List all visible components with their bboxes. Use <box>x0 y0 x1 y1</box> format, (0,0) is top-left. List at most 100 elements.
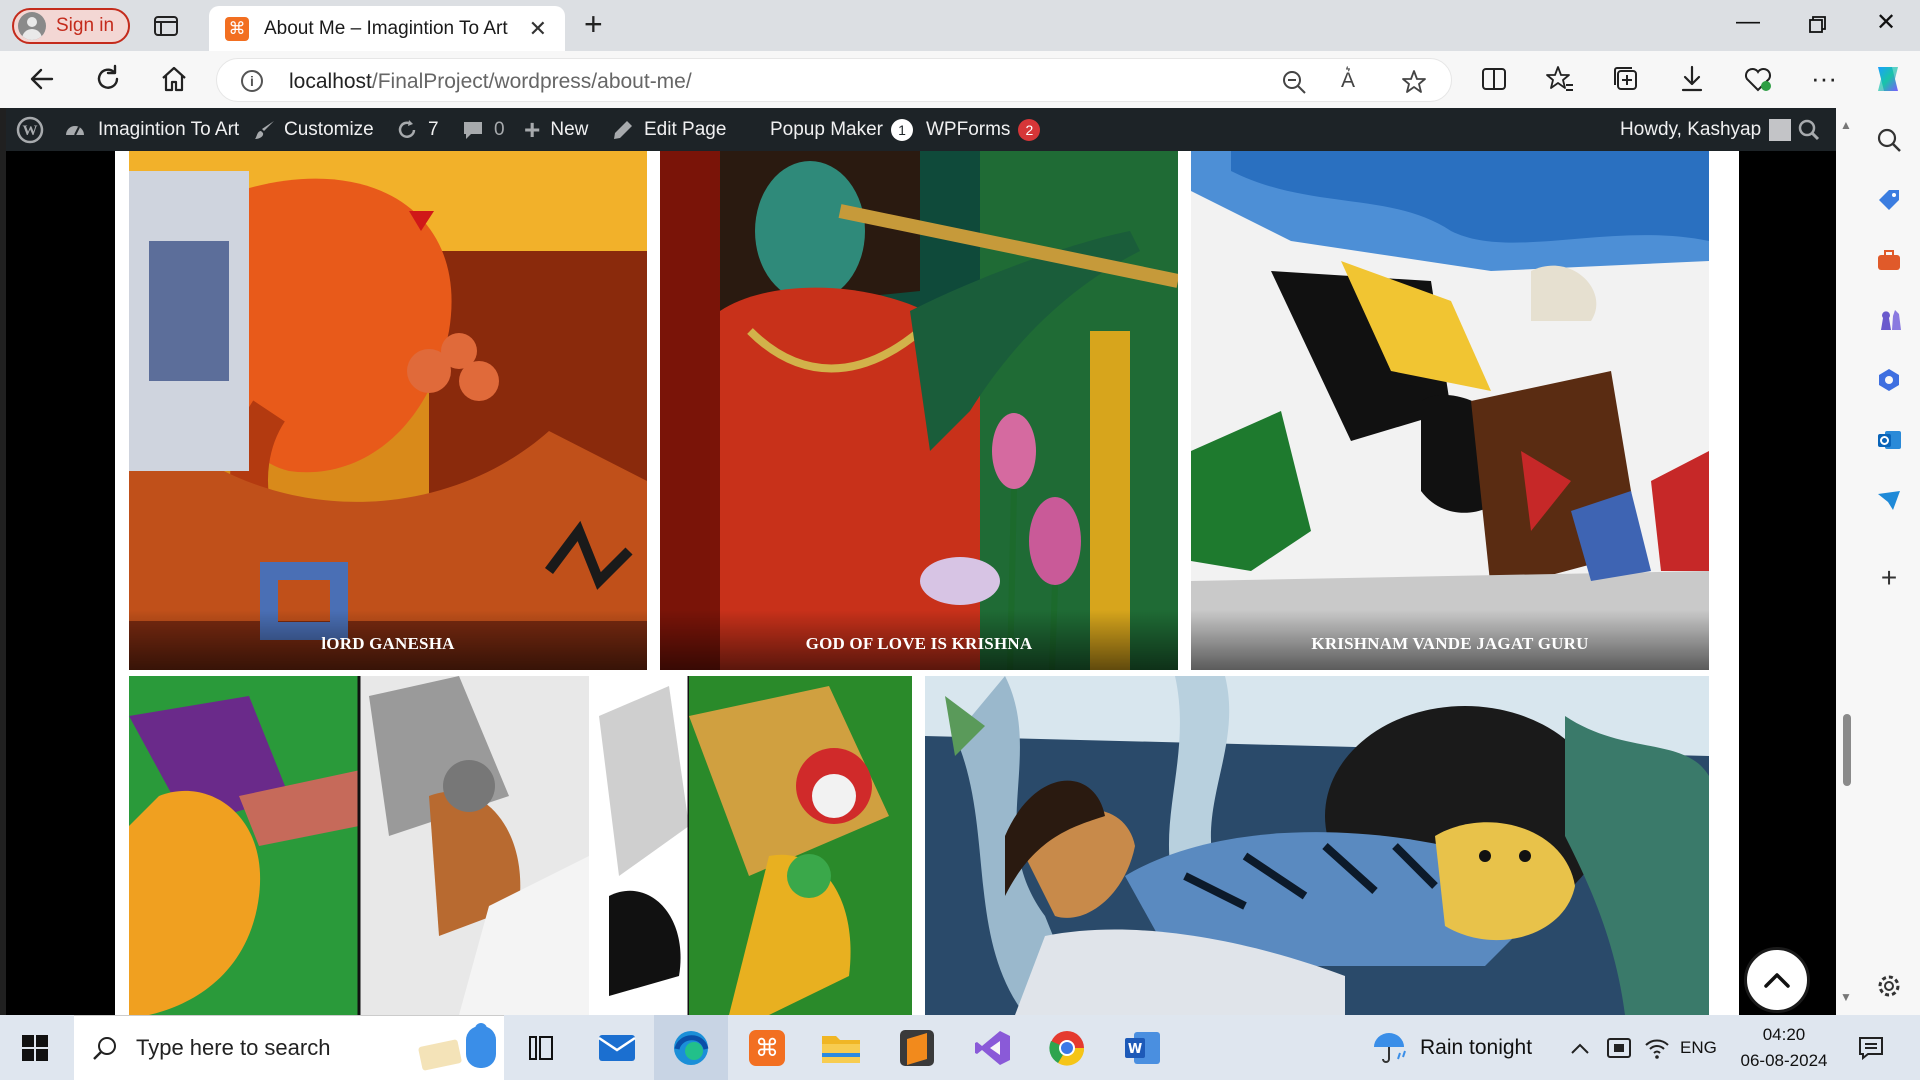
favorites-icon[interactable] <box>1544 63 1576 95</box>
xampp-app-icon[interactable]: ⌘ <box>730 1015 804 1080</box>
browser-essentials-icon[interactable] <box>1742 63 1774 95</box>
updates-icon <box>398 119 416 138</box>
tiger-painting <box>925 676 1709 1015</box>
windows-start-icon[interactable] <box>22 1035 48 1061</box>
dashboard-gauge-icon <box>66 125 84 135</box>
panel-painting <box>129 676 912 1015</box>
search-icon[interactable] <box>1875 126 1903 154</box>
sign-in-button[interactable]: Sign in <box>12 8 130 44</box>
scroll-to-top-button[interactable] <box>1744 947 1810 1013</box>
file-explorer-icon[interactable] <box>804 1015 878 1080</box>
clock[interactable]: 04:20 06-08-2024 <box>1734 1015 1834 1080</box>
popup-maker-menu[interactable]: Popup Maker 1 <box>770 108 914 151</box>
tab-title: About Me – Imagintion To Art <box>264 17 508 39</box>
add-sidebar-app-icon[interactable]: + <box>1875 564 1903 592</box>
close-tab-icon[interactable]: ✕ <box>529 16 547 42</box>
my-account-menu[interactable]: Howdy, Kashyap <box>1620 108 1792 151</box>
copilot-icon[interactable] <box>1870 61 1906 97</box>
site-info-icon[interactable]: i <box>241 70 263 92</box>
taskbar-search-box[interactable]: Type here to search <box>74 1015 504 1080</box>
weather-text: Rain tonight <box>1420 1035 1533 1059</box>
comments-link[interactable]: 0 <box>462 108 505 151</box>
drop-send-icon[interactable] <box>1875 486 1903 514</box>
url-text[interactable]: localhost/FinalProject/wordpress/about-m… <box>289 70 692 94</box>
page-viewport: lORD GANESHA GOD OF LOVE IS KRISHNA KRIS… <box>6 108 1836 1015</box>
microsoft-365-icon[interactable] <box>1875 366 1903 394</box>
tab-actions-icon[interactable] <box>152 12 180 40</box>
profile-avatar-icon <box>18 12 46 40</box>
games-chess-icon[interactable] <box>1875 306 1903 334</box>
tab-about-me[interactable]: About Me – Imagintion To Art ✕ <box>209 6 565 51</box>
outlook-icon[interactable] <box>1875 426 1903 454</box>
show-hidden-icons-chevron-icon[interactable] <box>1570 1015 1590 1080</box>
popup-maker-badge: 1 <box>891 118 914 141</box>
restore-icon[interactable] <box>1796 14 1836 36</box>
search-icon[interactable] <box>1798 108 1820 151</box>
taskbar-search-placeholder: Type here to search <box>136 1035 331 1060</box>
language-indicator[interactable]: ENG <box>1680 1015 1717 1080</box>
gallery-item-ganesha[interactable]: lORD GANESHA <box>129 151 647 670</box>
tools-briefcase-icon[interactable] <box>1875 246 1903 274</box>
refresh-icon[interactable] <box>92 63 124 95</box>
gallery-item-krishna[interactable]: GOD OF LOVE IS KRISHNA <box>660 151 1178 670</box>
word-app-icon[interactable]: W <box>1106 1015 1180 1080</box>
scrollbar-thumb[interactable] <box>1843 714 1851 786</box>
clock-time: 04:20 <box>1762 1024 1806 1044</box>
shopping-tag-icon[interactable] <box>1875 186 1903 214</box>
page-scrollbar[interactable]: ▲ ▼ <box>1836 108 1858 1015</box>
gallery-item-krishnam-vande[interactable]: KRISHNAM VANDE JAGAT GURU <box>1191 151 1709 670</box>
visual-studio-icon[interactable] <box>956 1015 1030 1080</box>
notifications-icon[interactable] <box>1858 1015 1884 1080</box>
favorite-star-icon[interactable] <box>1401 69 1427 95</box>
more-options-icon[interactable]: ··· <box>1808 63 1840 95</box>
url-host: localhost <box>289 70 372 93</box>
wpforms-menu[interactable]: WPForms 2 <box>926 108 1041 151</box>
wordpress-logo-icon[interactable]: W <box>16 108 44 151</box>
meet-now-icon[interactable] <box>1606 1015 1634 1080</box>
split-screen-icon[interactable] <box>1478 63 1510 95</box>
sign-in-label: Sign in <box>56 15 115 36</box>
chrome-app-icon[interactable] <box>1030 1015 1104 1080</box>
sublime-text-icon[interactable] <box>880 1015 954 1080</box>
wp-admin-bar: W Imagintion To Art Customize 7 0 + New … <box>6 108 1836 151</box>
minimize-icon[interactable]: — <box>1728 8 1768 36</box>
gallery-caption: KRISHNAM VANDE JAGAT GURU <box>1191 610 1709 670</box>
search-highlight-illustration-icon <box>418 1023 496 1071</box>
scroll-down-arrow-icon[interactable]: ▼ <box>1840 990 1852 1004</box>
customize-link[interactable]: Customize <box>254 108 374 151</box>
gallery-caption: lORD GANESHA <box>129 610 647 670</box>
wifi-icon[interactable] <box>1644 1015 1670 1080</box>
read-aloud-icon[interactable]: A͛ <box>1341 69 1367 95</box>
new-content-menu[interactable]: + New <box>524 108 588 151</box>
back-icon[interactable] <box>26 63 58 95</box>
gallery-caption: GOD OF LOVE IS KRISHNA <box>660 610 1178 670</box>
downloads-icon[interactable] <box>1676 63 1708 95</box>
zoom-out-icon[interactable] <box>1281 69 1307 95</box>
close-window-icon[interactable]: ✕ <box>1866 8 1906 37</box>
collections-icon[interactable] <box>1610 63 1642 95</box>
mail-app-icon[interactable] <box>580 1015 654 1080</box>
plus-icon: + <box>524 113 541 145</box>
weather-widget[interactable]: Rain tonight <box>1370 1015 1532 1080</box>
new-tab-icon[interactable]: + <box>584 6 603 43</box>
popup-maker-label: Popup Maker <box>770 118 884 140</box>
updates-count: 7 <box>428 118 439 140</box>
sidebar-settings-gear-icon[interactable] <box>1875 972 1903 1000</box>
rain-umbrella-icon <box>1374 1032 1406 1063</box>
site-name-menu[interactable]: Imagintion To Art <box>64 108 239 151</box>
ganesha-painting <box>129 151 647 670</box>
gallery-item-tiger-painting[interactable] <box>925 676 1709 1015</box>
svg-text:⌘: ⌘ <box>755 1034 779 1062</box>
svg-text:W: W <box>23 123 38 139</box>
address-bar[interactable]: i localhost/FinalProject/wordpress/about… <box>216 58 1452 102</box>
gallery-item-panel-painting[interactable] <box>129 676 912 1015</box>
edge-app-icon[interactable] <box>654 1015 728 1080</box>
svg-text:W: W <box>1128 1042 1142 1057</box>
wpforms-label: WPForms <box>926 118 1011 140</box>
edit-page-link[interactable]: Edit Page <box>612 108 726 151</box>
task-view-icon[interactable] <box>504 1015 578 1080</box>
updates-link[interactable]: 7 <box>396 108 439 151</box>
home-icon[interactable] <box>158 63 190 95</box>
scroll-up-arrow-icon[interactable]: ▲ <box>1840 118 1852 132</box>
search-icon <box>93 1037 116 1060</box>
